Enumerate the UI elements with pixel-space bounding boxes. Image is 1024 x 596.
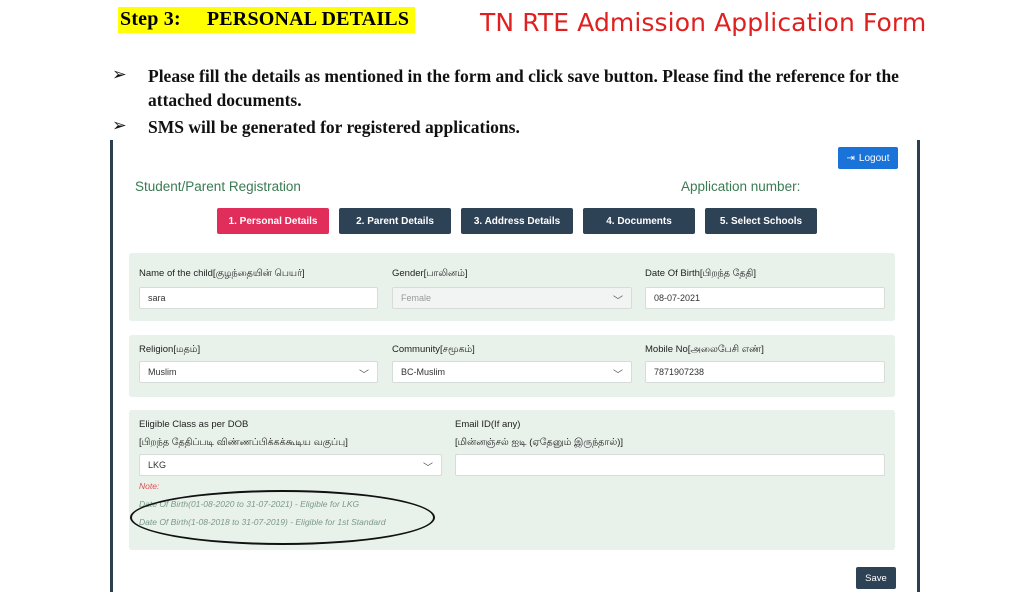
community-label: Community[சமூகம்] — [392, 344, 475, 355]
tab-address-details[interactable]: 3. Address Details — [461, 208, 573, 234]
email-label: Email ID(If any) — [455, 419, 521, 430]
bullet-text: SMS will be generated for registered app… — [148, 117, 520, 137]
tab-documents[interactable]: 4. Documents — [583, 208, 695, 234]
gender-select[interactable]: Female ﹀ — [392, 287, 632, 309]
logout-button[interactable]: ⇥ Logout — [838, 147, 898, 169]
community-value: BC-Muslim — [401, 367, 445, 377]
tab-parent-details[interactable]: 2. Parent Details — [339, 208, 451, 234]
note-label: Note: — [139, 481, 160, 491]
logout-label: Logout — [858, 152, 890, 164]
child-name-label: Name of the child[குழந்தையின் பெயர்] — [139, 268, 305, 279]
religion-value: Muslim — [148, 367, 177, 377]
chevron-down-icon: ﹀ — [423, 463, 433, 474]
eligible-class-label: Eligible Class as per DOB — [139, 419, 249, 430]
religion-label: Religion[மதம்] — [139, 344, 201, 355]
email-label-tamil: [மின்னஞ்சல் ஐடி (ஏதேனும் இருந்தால்)] — [455, 437, 624, 448]
logout-icon: ⇥ — [846, 152, 855, 164]
email-input[interactable] — [455, 454, 885, 476]
tab-personal-details[interactable]: 1. Personal Details — [217, 208, 329, 234]
eligible-class-label-tamil: [பிறந்த தேதிப்படி விண்ணப்பிக்கக்கூடிய வக… — [139, 437, 348, 448]
chevron-down-icon: ﹀ — [613, 370, 623, 381]
dob-input[interactable]: 08-07-2021 — [645, 287, 885, 309]
eligible-class-select[interactable]: LKG ﹀ — [139, 454, 442, 476]
arrow-bullet-icon: ➢ — [112, 115, 127, 135]
chevron-down-icon: ﹀ — [359, 370, 369, 381]
mobile-label: Mobile No[அலைபேசி எண்] — [645, 344, 764, 355]
application-number-label: Application number: — [681, 179, 801, 194]
chevron-down-icon: ﹀ — [613, 296, 623, 307]
gender-value: Female — [401, 293, 432, 303]
child-name-input[interactable]: sara — [139, 287, 378, 309]
save-button[interactable]: Save — [856, 567, 896, 589]
mobile-input[interactable]: 7871907238 — [645, 361, 885, 383]
bullet-text: Please fill the details as mentioned in … — [148, 66, 899, 110]
highlight-oval — [130, 490, 435, 545]
gender-label: Gender[பாலினம்] — [392, 268, 468, 279]
community-select[interactable]: BC-Muslim ﹀ — [392, 361, 632, 383]
step-label: Step 3: — [120, 8, 181, 30]
arrow-bullet-icon: ➢ — [112, 64, 127, 84]
tab-select-schools[interactable]: 5. Select Schools — [705, 208, 817, 234]
step-heading: PERSONAL DETAILS — [206, 8, 410, 30]
registration-title: Student/Parent Registration — [135, 179, 301, 194]
form-title: TN RTE Admission Application Form — [480, 8, 927, 37]
religion-select[interactable]: Muslim ﹀ — [139, 361, 378, 383]
eligible-class-value: LKG — [148, 460, 167, 470]
step-title: Step 3: PERSONAL DETAILS — [118, 7, 416, 33]
dob-label: Date Of Birth[பிறந்த தேதி] — [645, 268, 756, 279]
